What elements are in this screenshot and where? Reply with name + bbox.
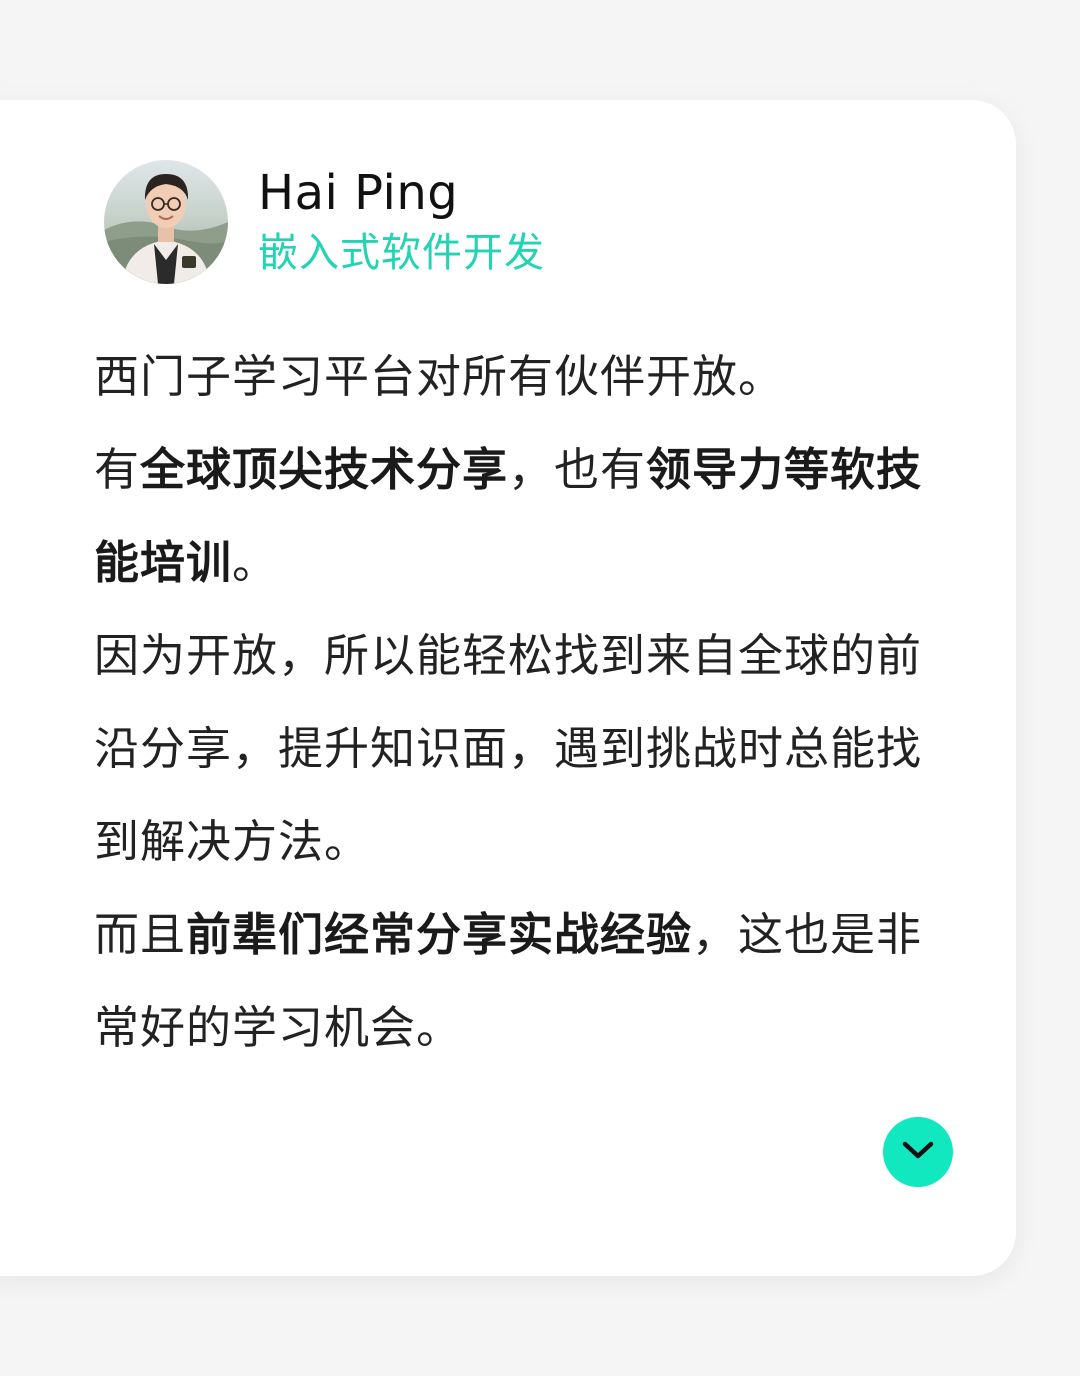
profile-header: Hai Ping 嵌入式软件开发 — [104, 160, 545, 284]
text-segment: 因为开放，所以能轻松找到来自全球的前沿分享，提升知识面，遇到挑战时总能找到解决方… — [94, 629, 923, 868]
testimonial-body: 西门子学习平台对所有伙伴开放。 有全球顶尖技术分享，也有领导力等软技能培训。 因为… — [94, 330, 934, 1074]
profile-text: Hai Ping 嵌入式软件开发 — [258, 163, 545, 281]
text-segment: 西门子学习平台对所有伙伴开放。 — [94, 350, 785, 403]
text-segment: 有 — [94, 443, 141, 496]
text-segment: ，也有 — [508, 443, 647, 496]
avatar — [104, 160, 228, 284]
author-name: Hai Ping — [258, 165, 459, 221]
chevron-down-icon — [901, 1139, 935, 1165]
expand-button[interactable] — [883, 1117, 953, 1187]
paragraph-1: 西门子学习平台对所有伙伴开放。 有全球顶尖技术分享，也有领导力等软技能培训。 — [94, 330, 934, 609]
paragraph-2: 因为开放，所以能轻松找到来自全球的前沿分享，提升知识面，遇到挑战时总能找到解决方… — [94, 609, 934, 888]
highlight-text: 全球顶尖技术分享 — [140, 443, 509, 496]
highlight-text: 前辈们经常分享实战经验 — [186, 908, 693, 961]
text-segment: 。 — [232, 536, 279, 589]
text-segment: 而且 — [94, 908, 187, 961]
author-role: 嵌入式软件开发 — [258, 230, 545, 276]
paragraph-3: 而且前辈们经常分享实战经验，这也是非常好的学习机会。 — [94, 888, 934, 1074]
